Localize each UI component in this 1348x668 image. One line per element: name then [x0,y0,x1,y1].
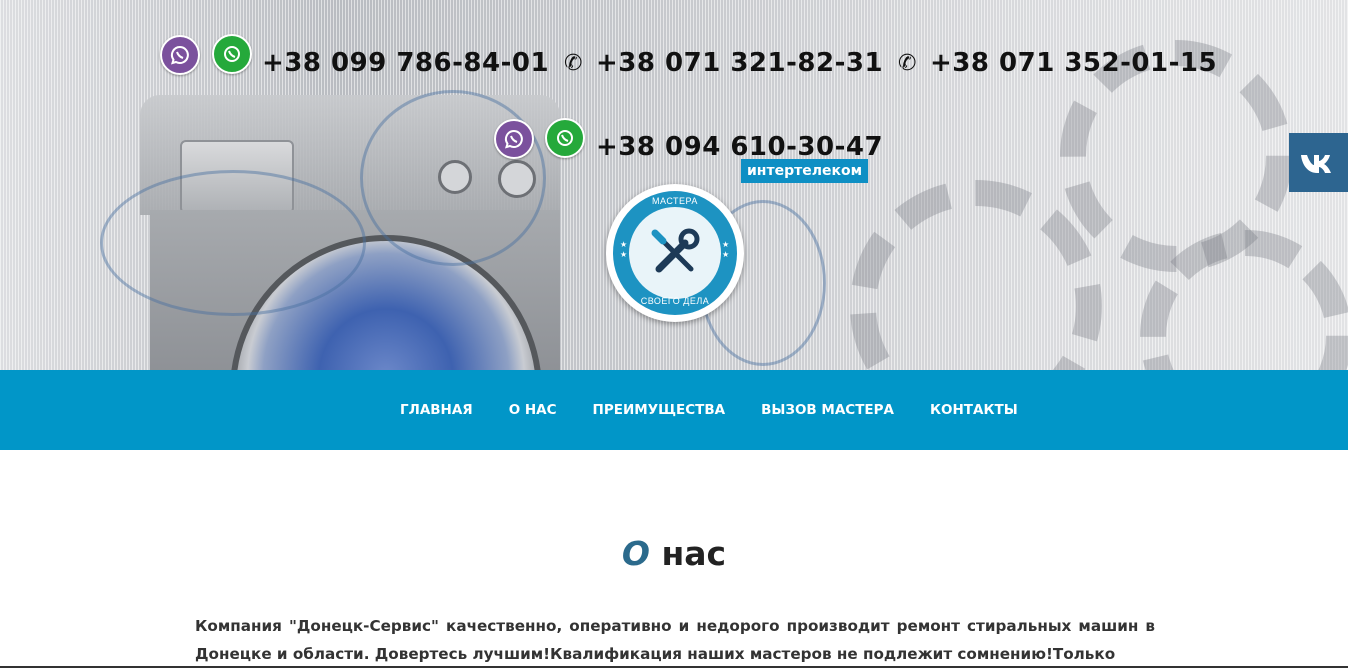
operator-label: интертелеком [741,159,869,183]
viber-icon[interactable] [160,35,200,75]
about-title-accent: О [621,534,650,573]
phone-icon: ✆ [564,50,583,75]
water-splash [100,170,366,316]
whatsapp-icon[interactable] [212,34,252,74]
star-icon: ★ [722,240,730,249]
star-icon: ★ [620,250,628,259]
about-title: О нас [0,534,1348,573]
tools-icon [651,228,700,273]
nav-item-home[interactable]: ГЛАВНАЯ [400,402,473,418]
viber-icon[interactable] [494,119,534,159]
main-nav: ГЛАВНАЯ О НАС ПРЕИМУЩЕСТВА ВЫЗОВ МАСТЕРА… [0,370,1348,450]
phone-number-3[interactable]: +38 071 352-01-15 [930,48,1217,78]
nav-items: ГЛАВНАЯ О НАС ПРЕИМУЩЕСТВА ВЫЗОВ МАСТЕРА… [400,402,1054,418]
phone-number-4[interactable]: +38 094 610-30-47 [596,132,883,162]
badge-top-text: МАСТЕРА [652,196,698,206]
about-title-rest: нас [649,534,727,573]
hero-banner: +38 099 786-84-01 ✆ +38 071 321-82-31 ✆ … [0,0,1348,370]
nav-item-about[interactable]: О НАС [509,402,557,418]
nav-item-call-master[interactable]: ВЫЗОВ МАСТЕРА [761,402,894,418]
badge-bottom-text: СВОЕГО ДЕЛА [640,296,710,306]
masters-badge: МАСТЕРА СВОЕГО ДЕЛА ★ ★ ★ ★ [606,184,744,322]
vk-link[interactable] [1289,133,1348,192]
phone-number-1[interactable]: +38 099 786-84-01 [262,48,549,78]
phone-number-2[interactable]: +38 071 321-82-31 [596,48,883,78]
water-splash [360,90,546,266]
nav-item-advantages[interactable]: ПРЕИМУЩЕСТВА [593,402,726,418]
about-text: Компания "Донецк-Сервис" качественно, оп… [195,617,1155,663]
star-icon: ★ [620,240,628,249]
phone-icon: ✆ [898,50,917,75]
vk-icon [1300,154,1331,173]
nav-item-contacts[interactable]: КОНТАКТЫ [930,402,1018,418]
whatsapp-icon[interactable] [545,118,585,158]
star-icon: ★ [722,250,730,259]
gear-decoration [850,180,1102,370]
